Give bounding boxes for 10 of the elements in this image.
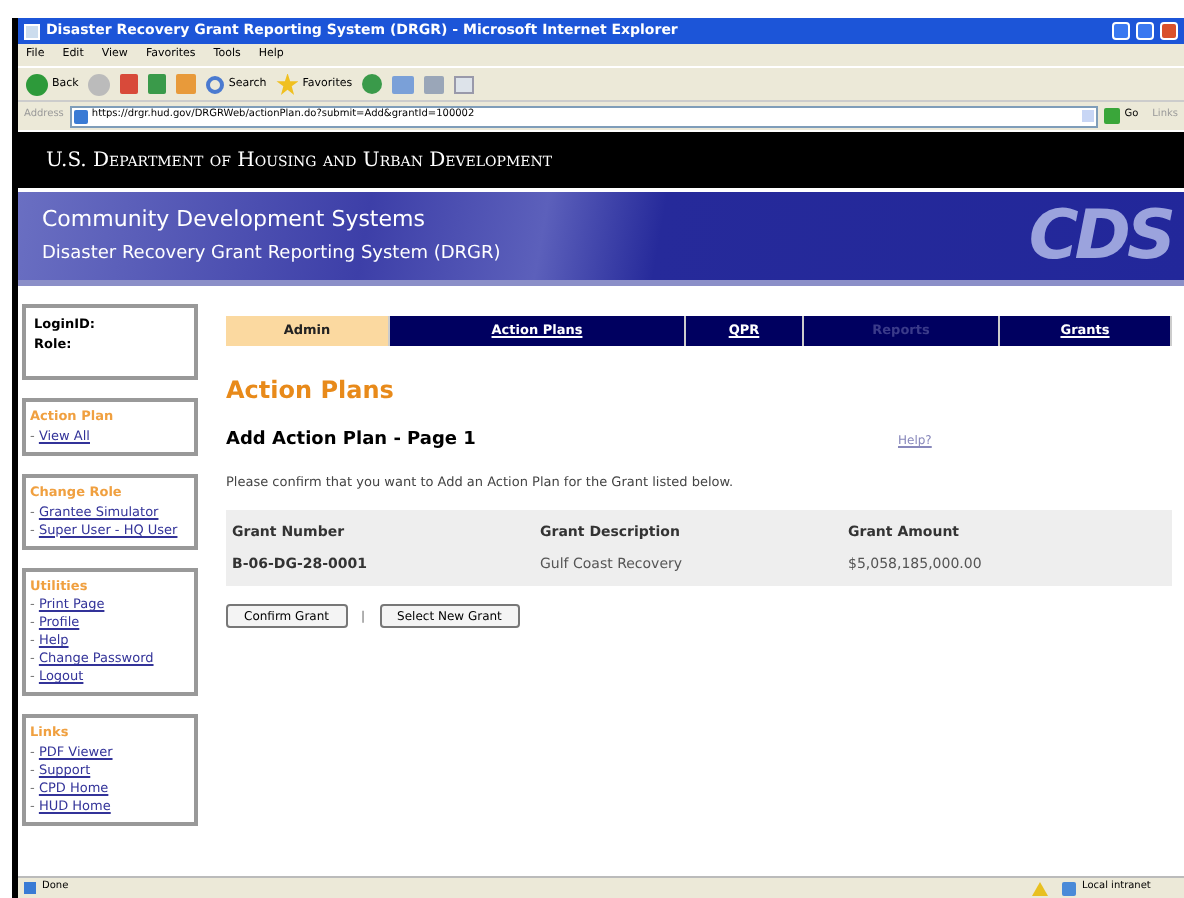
logo: CDS xyxy=(1028,202,1172,270)
agency-bar: U.S. Department of Housing and Urban Development xyxy=(18,132,1184,188)
close-button[interactable] xyxy=(1160,22,1178,40)
maximize-button[interactable] xyxy=(1136,22,1154,40)
warning-icon xyxy=(1032,881,1048,895)
page-heading: Action Plans xyxy=(226,374,396,408)
section-heading: Add Action Plan - Page 1 xyxy=(226,428,478,454)
minimize-button[interactable] xyxy=(1112,22,1130,40)
banner-subtitle: Disaster Recovery Grant Reporting System (DRGR) xyxy=(42,242,501,268)
banner-title: Community Development Systems xyxy=(42,203,427,235)
